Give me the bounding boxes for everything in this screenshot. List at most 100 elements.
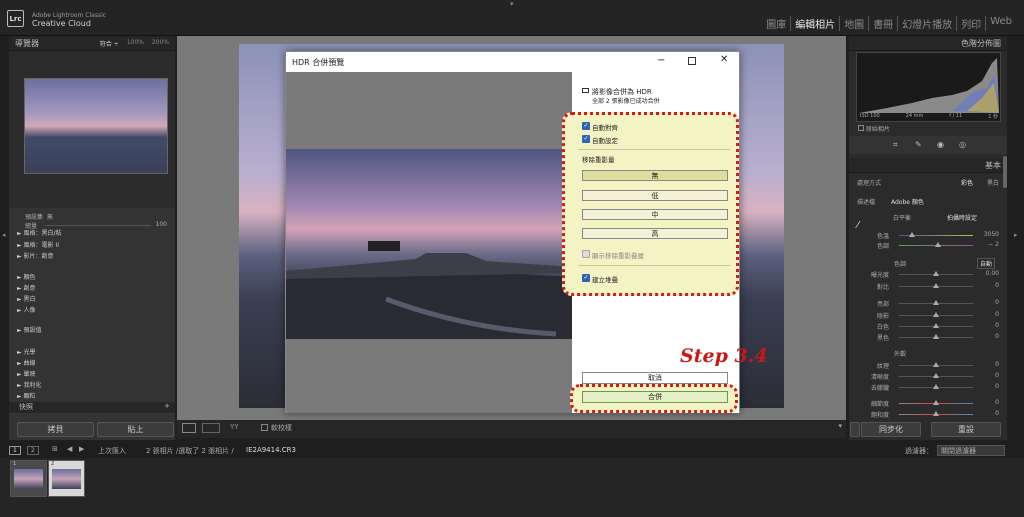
exposure-slider[interactable]: [899, 271, 973, 276]
close-icon[interactable]: ✕: [720, 54, 728, 65]
preset-group[interactable]: ► 風格：黑白/粘: [17, 228, 62, 237]
profile-value[interactable]: Adobe 顏色: [891, 197, 924, 206]
preset-group[interactable]: ► 我利化: [17, 380, 42, 389]
sync-button[interactable]: 同步化: [861, 422, 921, 437]
minimize-icon[interactable]: −: [657, 55, 665, 66]
module-print[interactable]: 列印: [957, 16, 987, 31]
auto-button[interactable]: 自動: [977, 258, 996, 269]
clarity-label: 清晰度: [871, 374, 890, 381]
tool-strip: ⌗ ✎ ◉ ◎: [849, 136, 1007, 154]
highlights-slider[interactable]: [899, 300, 973, 305]
before-after-toggle[interactable]: YY: [230, 423, 239, 431]
page-2-button[interactable]: 2: [27, 446, 39, 455]
paste-button[interactable]: 貼上: [97, 422, 174, 437]
temp-slider[interactable]: [899, 232, 973, 237]
before-after-view-icon[interactable]: [202, 423, 220, 433]
show-overlay-checkbox[interactable]: [582, 250, 590, 258]
original-photo-checkbox[interactable]: [858, 125, 864, 131]
module-web[interactable]: Web: [986, 16, 1016, 31]
deghost-medium-button[interactable]: 中: [582, 209, 728, 220]
crop-icon[interactable]: ⌗: [893, 140, 898, 150]
blacks-slider[interactable]: [899, 334, 973, 339]
zoom-100[interactable]: 100%: [127, 39, 144, 48]
maximize-icon[interactable]: [688, 57, 696, 65]
cancel-button[interactable]: 取消: [582, 372, 728, 384]
forward-arrow-icon[interactable]: ▶: [79, 445, 84, 453]
spot-removal-icon[interactable]: ✎: [915, 140, 922, 149]
preset-group[interactable]: ► 風格：電影 II: [17, 240, 59, 249]
sync-toggle[interactable]: [850, 422, 860, 437]
preset-group[interactable]: ► 影片：創意: [17, 251, 54, 260]
add-snapshot-icon[interactable]: +: [164, 402, 170, 410]
whites-slider[interactable]: [899, 323, 973, 328]
preset-group[interactable]: ► 人像: [17, 305, 36, 314]
treatment-color[interactable]: 彩色: [961, 178, 973, 187]
vibrance-slider[interactable]: [899, 400, 973, 405]
snapshots-header[interactable]: 快照 +: [9, 402, 175, 413]
zoom-fit[interactable]: 符合 ÷: [100, 39, 119, 48]
deghost-high-button[interactable]: 高: [582, 228, 728, 239]
filename[interactable]: IE2A9414.CR3: [246, 446, 296, 454]
filmstrip-thumb-2[interactable]: 2: [48, 460, 85, 497]
basic-header[interactable]: 基本: [849, 158, 1007, 173]
page-1-button[interactable]: 1: [9, 446, 21, 455]
navigator-header[interactable]: 導覽器 符合 ÷ 100% 200%: [9, 36, 175, 51]
deghost-low-button[interactable]: 低: [582, 190, 728, 201]
redeye-icon[interactable]: ◉: [937, 140, 944, 149]
preset-group[interactable]: ► 預設值: [17, 325, 42, 334]
preset-group[interactable]: ► 黑白: [17, 294, 36, 303]
soft-proof-checkbox[interactable]: [261, 424, 268, 431]
module-library[interactable]: 圖庫: [762, 16, 792, 31]
deghost-none-button[interactable]: 無: [582, 170, 728, 181]
last-import-label[interactable]: 上次匯入: [98, 446, 126, 456]
auto-settings-checkbox[interactable]: ✓: [582, 135, 590, 143]
merge-button[interactable]: 合併: [582, 391, 728, 403]
hdr-preview-area: [286, 72, 572, 413]
preset-group[interactable]: ► 曲線: [17, 358, 36, 367]
masking-icon[interactable]: ◎: [959, 140, 966, 149]
navigator-preview[interactable]: [24, 78, 168, 174]
preset-value[interactable]: 無: [47, 214, 53, 221]
reset-button[interactable]: 重設: [931, 422, 1001, 437]
filter-dropdown[interactable]: 關閉過濾器: [937, 445, 1005, 456]
preset-group[interactable]: ► 顆粒: [17, 391, 36, 400]
contrast-slider[interactable]: [899, 283, 973, 288]
right-panel-scrollbar[interactable]: [1003, 156, 1007, 188]
wb-selector-icon[interactable]: ⁄: [857, 220, 859, 231]
texture-slider[interactable]: [899, 362, 973, 367]
preset-group[interactable]: ► 光學: [17, 347, 36, 356]
back-arrow-icon[interactable]: ◀: [67, 445, 72, 453]
contrast-value: 0: [995, 282, 999, 289]
left-collapse-strip[interactable]: ◂: [0, 36, 9, 440]
clarity-slider[interactable]: [899, 373, 973, 378]
module-book[interactable]: 書冊: [869, 16, 899, 31]
histogram[interactable]: ISO 100 24 mm f / 11 1 秒: [856, 52, 1001, 122]
module-develop[interactable]: 編輯相片: [791, 16, 841, 31]
collapse-top-icon[interactable]: ▾: [510, 0, 514, 8]
shadows-slider[interactable]: [899, 312, 973, 317]
dehaze-slider[interactable]: [899, 384, 973, 389]
divider: [578, 149, 730, 150]
loupe-view-icon[interactable]: [182, 423, 196, 433]
zoom-200[interactable]: 200%: [152, 39, 169, 48]
saturation-slider[interactable]: [899, 411, 973, 416]
create-stack-checkbox[interactable]: ✓: [582, 274, 590, 282]
copy-button[interactable]: 拷貝: [17, 422, 94, 437]
treatment-bw[interactable]: 黑白: [987, 178, 999, 187]
toolbar-menu-icon[interactable]: ▾: [838, 422, 842, 430]
blacks-label: 黑色: [877, 335, 890, 342]
tint-slider[interactable]: [899, 242, 973, 247]
filmstrip-thumb-1[interactable]: 1: [10, 460, 47, 497]
preset-group[interactable]: ► 暈映: [17, 369, 36, 378]
grid-view-icon[interactable]: ⊞: [52, 445, 58, 453]
module-map[interactable]: 地圖: [840, 16, 870, 31]
amount-slider[interactable]: [45, 225, 151, 226]
module-slideshow[interactable]: 幻燈片播放: [898, 16, 958, 31]
auto-align-checkbox[interactable]: ✓: [582, 122, 590, 130]
wb-value[interactable]: 拍攝時設定: [947, 213, 977, 222]
presets-panel: 預設集 無 總量 100 ► 風格：黑白/粘 ► 風格：電影 II ► 影片：創…: [9, 208, 175, 440]
histogram-header[interactable]: 色階分佈圖: [849, 36, 1007, 51]
preset-group[interactable]: ► 顏色: [17, 272, 36, 281]
preset-group[interactable]: ► 創意: [17, 283, 36, 292]
right-collapse-strip[interactable]: ▸: [1012, 36, 1021, 440]
